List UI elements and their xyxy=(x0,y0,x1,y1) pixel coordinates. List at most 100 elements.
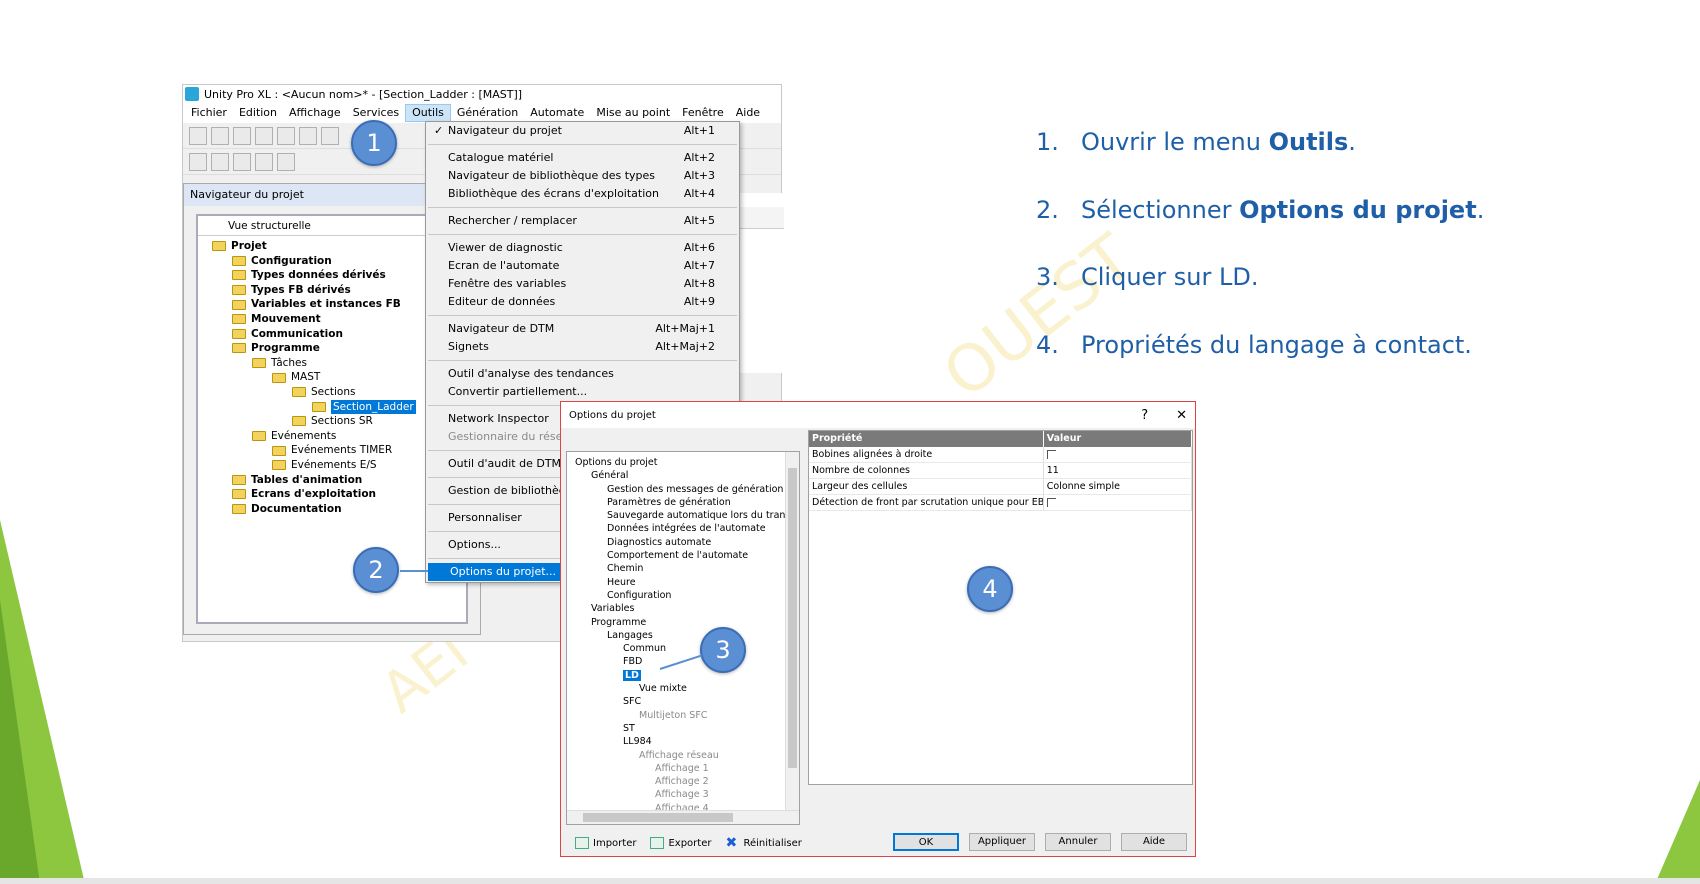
dropdown-item[interactable]: Navigateur de bibliothèque des types Alt+… xyxy=(426,167,739,185)
dropdown-item-label: Ecran de l'automate xyxy=(448,259,560,272)
menu-affichage[interactable]: Affichage xyxy=(283,104,347,122)
options-tree-item[interactable]: Général xyxy=(575,469,799,482)
export-button[interactable]: Exporter xyxy=(650,837,711,849)
dropdown-item[interactable]: Ecran de l'automate Alt+7 xyxy=(426,257,739,275)
options-tree-label: ST xyxy=(623,722,635,734)
options-tree-item[interactable]: Multijeton SFC xyxy=(575,709,799,722)
options-tree-item[interactable]: Chemin xyxy=(575,562,799,575)
property-value[interactable] xyxy=(1044,495,1192,510)
property-value[interactable]: 11 xyxy=(1044,463,1192,478)
options-tree-item[interactable]: ST xyxy=(575,722,799,735)
open-folder-icon[interactable] xyxy=(211,126,229,145)
menu-mise-au-point[interactable]: Mise au point xyxy=(590,104,676,122)
options-tree-item[interactable]: Programme xyxy=(575,616,799,629)
dropdown-item[interactable]: ✓ Navigateur du projet Alt+1 xyxy=(426,122,739,140)
dropdown-item[interactable]: Convertir partiellement... xyxy=(426,383,739,401)
options-tree-item[interactable]: Sauvegarde automatique lors du transfert xyxy=(575,509,799,522)
dropdown-item[interactable]: Outil d'analyse des tendances xyxy=(426,365,739,383)
menu-aide[interactable]: Aide xyxy=(730,104,766,122)
menu-edition[interactable]: Edition xyxy=(233,104,283,122)
options-tree-label: Multijeton SFC xyxy=(639,709,708,721)
bottom-bar xyxy=(0,878,1700,884)
menu-fichier[interactable]: Fichier xyxy=(185,104,233,122)
options-tree-item[interactable]: Affichage réseau xyxy=(575,749,799,762)
paste-icon[interactable] xyxy=(321,126,339,145)
print-icon[interactable] xyxy=(255,126,273,145)
new-file-icon[interactable] xyxy=(189,126,207,145)
dropdown-item-shortcut: Alt+7 xyxy=(683,259,715,272)
functional-view-icon[interactable] xyxy=(211,152,229,171)
dropdown-item[interactable]: Navigateur de DTM Alt+Maj+1 xyxy=(426,320,739,338)
copy-icon[interactable] xyxy=(277,126,295,145)
zoom-icon[interactable] xyxy=(277,152,295,171)
options-tree-label: Affichage 1 xyxy=(655,762,709,774)
options-tree-item[interactable]: Commun xyxy=(575,642,799,655)
dropdown-item[interactable]: Bibliothèque des écrans d'exploitation Al… xyxy=(426,185,739,203)
dropdown-item-shortcut: Alt+5 xyxy=(683,214,715,227)
property-value[interactable]: Colonne simple xyxy=(1044,479,1192,494)
property-checkbox[interactable] xyxy=(1046,450,1056,459)
dropdown-item[interactable]: Catalogue matériel Alt+2 xyxy=(426,149,739,167)
folder-icon xyxy=(232,343,246,354)
cut-icon[interactable] xyxy=(299,126,317,145)
help-icon[interactable]: ? xyxy=(1141,408,1148,423)
options-tree-item[interactable]: FBD xyxy=(575,655,799,668)
rows-icon[interactable] xyxy=(255,152,273,171)
menu-automate[interactable]: Automate xyxy=(524,104,590,122)
menu-g-n-ration[interactable]: Génération xyxy=(451,104,524,122)
options-tree-item[interactable]: Options du projet xyxy=(575,456,799,469)
folder-icon xyxy=(292,387,306,398)
options-tree-item[interactable]: Paramètres de génération xyxy=(575,496,799,509)
property-name: Bobines alignées à droite xyxy=(809,447,1044,462)
options-tree-item[interactable]: Affichage 1 xyxy=(575,762,799,775)
nav-tree-label: Configuration xyxy=(251,254,332,267)
options-tree-item[interactable]: Variables xyxy=(575,602,799,615)
folder-icon xyxy=(292,416,306,427)
options-tree-item[interactable]: Données intégrées de l'automate xyxy=(575,522,799,535)
dropdown-item[interactable]: Editeur de données Alt+9 xyxy=(426,293,739,311)
options-tree-item[interactable]: Diagnostics automate xyxy=(575,536,799,549)
tree-horizontal-scrollbar[interactable] xyxy=(567,810,799,824)
property-name: Détection de front par scrutation unique… xyxy=(809,495,1044,510)
property-checkbox[interactable] xyxy=(1046,498,1056,507)
options-tree-item[interactable]: Affichage 2 xyxy=(575,775,799,788)
folder-icon xyxy=(232,285,246,296)
options-tree-item[interactable]: LL984 xyxy=(575,735,799,748)
help-button[interactable]: Aide xyxy=(1121,833,1187,851)
tree-vertical-scrollbar[interactable] xyxy=(785,452,799,812)
options-tree-item[interactable]: Gestion des messages de génération xyxy=(575,483,799,496)
options-tree-item[interactable]: Configuration xyxy=(575,589,799,602)
nav-tree-label: Tables d'animation xyxy=(251,473,363,486)
options-tree-item[interactable]: Langages xyxy=(575,629,799,642)
save-icon[interactable] xyxy=(233,126,251,145)
cancel-button[interactable]: Annuler xyxy=(1045,833,1111,851)
dropdown-item[interactable]: Signets Alt+Maj+2 xyxy=(426,338,739,356)
value-column-header: Valeur xyxy=(1044,431,1192,447)
menu-fen-tre[interactable]: Fenêtre xyxy=(676,104,730,122)
step-text-post: . xyxy=(1476,195,1485,224)
property-value[interactable] xyxy=(1044,447,1192,462)
dropdown-item[interactable]: Viewer de diagnostic Alt+6 xyxy=(426,239,739,257)
dropdown-item[interactable]: Fenêtre des variables Alt+8 xyxy=(426,275,739,293)
options-tree-item[interactable]: Comportement de l'automate xyxy=(575,549,799,562)
property-row: Détection de front par scrutation unique… xyxy=(809,495,1192,511)
ok-button[interactable]: OK xyxy=(893,833,959,851)
options-tree-item[interactable]: LD xyxy=(575,669,799,682)
options-tree-item[interactable]: Affichage 3 xyxy=(575,788,799,801)
apply-button[interactable]: Appliquer xyxy=(969,833,1035,851)
dropdown-item-label: Rechercher / remplacer xyxy=(448,214,577,227)
menu-separator xyxy=(428,315,737,316)
menu-outils[interactable]: Outils xyxy=(405,104,451,122)
structure-view-icon[interactable] xyxy=(189,152,207,171)
options-tree-item[interactable]: Vue mixte xyxy=(575,682,799,695)
options-tree-item[interactable]: Heure xyxy=(575,576,799,589)
dropdown-item[interactable]: Rechercher / remplacer Alt+5 xyxy=(426,212,739,230)
reset-button[interactable]: ✖ Réinitialiser xyxy=(725,836,801,850)
import-button[interactable]: Importer xyxy=(575,837,636,849)
options-tree-item[interactable]: SFC xyxy=(575,695,799,708)
columns-icon[interactable] xyxy=(233,152,251,171)
options-tree-label: Programme xyxy=(591,616,647,628)
close-icon[interactable]: ✕ xyxy=(1176,408,1187,423)
options-tree-label: Affichage 2 xyxy=(655,776,709,788)
dropdown-item-label: Catalogue matériel xyxy=(448,151,554,164)
